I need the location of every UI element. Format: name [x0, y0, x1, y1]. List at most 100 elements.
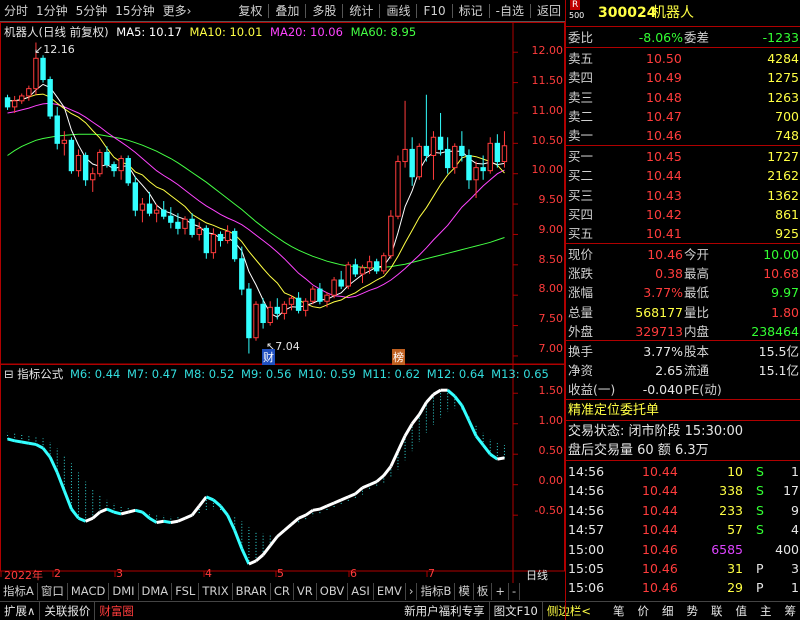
buy-level[interactable]: 买五 10.41 925	[566, 224, 800, 243]
indicator-title[interactable]: 指标公式	[17, 367, 63, 381]
chart-area[interactable]	[0, 22, 565, 583]
indicator-m6-segment	[389, 450, 400, 468]
wealth-circle-button[interactable]: 财富圈	[94, 601, 138, 620]
ranking-marker[interactable]: 榜	[392, 349, 405, 365]
tick-time: 15:06	[568, 580, 605, 596]
sell-level[interactable]: 卖五 10.50 4284	[566, 49, 800, 68]
tab-dmi[interactable]: DMI	[109, 583, 139, 600]
sell-level[interactable]: 卖二 10.47 700	[566, 107, 800, 126]
toolbar-draw-line[interactable]: 画线	[382, 0, 414, 22]
tab-indicator-a[interactable]: 指标A	[0, 583, 38, 600]
tab-macd[interactable]: MACD	[68, 583, 110, 600]
price-tick: 11.50	[531, 74, 564, 87]
price-tick: 7.50	[538, 312, 564, 325]
stat-row: 换手 3.77% 股本 15.5亿	[566, 342, 800, 361]
stat-value: 9.97	[771, 285, 799, 301]
related-quote-button[interactable]: 关联报价	[39, 601, 94, 620]
tab-template[interactable]: 模	[455, 583, 474, 600]
tick-volume: 31	[727, 561, 743, 576]
sell-level[interactable]: 卖四 10.49 1275	[566, 68, 800, 87]
buy-level[interactable]: 买二 10.44 2162	[566, 166, 800, 185]
buy-level[interactable]: 买三 10.43 1362	[566, 186, 800, 205]
tab-vr[interactable]: VR	[294, 583, 317, 600]
tab-indicator-b[interactable]: 指标B	[417, 583, 456, 600]
indicator-series	[7, 388, 505, 566]
new-user-benefit-button[interactable]: 新用户福利专享	[400, 602, 489, 620]
stat-label: 今开	[684, 247, 710, 262]
precision-order-row[interactable]: 精准定位委托单	[566, 401, 800, 420]
indicator-collapse-icon[interactable]: ⊟	[4, 367, 14, 381]
tab-fsl[interactable]: FSL	[172, 583, 200, 600]
toolbar-1min[interactable]: 1分钟	[32, 0, 72, 22]
toolbar-intraday[interactable]: 分时	[0, 0, 32, 22]
precision-order-link[interactable]: 精准定位委托单	[568, 401, 659, 420]
toolbar-statistics[interactable]: 统计	[345, 0, 377, 22]
finance-marker[interactable]: 财	[262, 349, 275, 365]
candle-body	[452, 145, 458, 169]
tab-emv[interactable]: EMV	[374, 583, 406, 600]
toolbar-f10[interactable]: F10	[419, 0, 449, 22]
tab-trix[interactable]: TRIX	[199, 583, 233, 600]
tick-count: 400	[775, 541, 799, 557]
stat-value: -0.040	[642, 382, 683, 398]
tab-more-icon[interactable]: ›	[406, 583, 418, 600]
toolbar-restore-rights[interactable]: 复权	[234, 0, 266, 22]
zoom-in-button[interactable]: +	[492, 583, 510, 600]
stat-row: 总量 568177 量比 1.80	[566, 303, 800, 322]
indicator-m6-segment	[170, 519, 179, 524]
toolbar-more[interactable]: 更多›	[159, 0, 196, 22]
candle-body	[203, 227, 210, 254]
toolbar-mark[interactable]: 标记	[455, 0, 487, 22]
buy-level[interactable]: 买四 10.42 861	[566, 205, 800, 224]
sell-level[interactable]: 卖三 10.48 1263	[566, 88, 800, 107]
toolbar-15min[interactable]: 15分钟	[111, 0, 158, 22]
tab-window[interactable]: 窗口	[38, 583, 68, 600]
buy-level[interactable]: 买一 10.45 1727	[566, 147, 800, 166]
period-label[interactable]: 日线	[526, 567, 548, 583]
price-tick: 10.50	[531, 134, 564, 147]
stat-value: 10.00	[763, 247, 799, 262]
tab-asi[interactable]: ASI	[348, 583, 374, 600]
candle-body	[97, 151, 103, 175]
indicator-m6-segment	[261, 544, 272, 556]
indicator-m6-segment	[460, 404, 471, 422]
tab-obv[interactable]: OBV	[317, 583, 349, 600]
tab-board[interactable]: 板	[474, 583, 493, 600]
indicator-m6-segment	[467, 420, 478, 437]
toolbar-back[interactable]: 返回	[533, 0, 565, 22]
indicator-m6-segment	[120, 510, 129, 516]
candle-body	[253, 303, 259, 339]
indicator-m6-segment	[141, 510, 151, 520]
sell-level-label: 卖三	[568, 89, 594, 105]
tab-cr[interactable]: CR	[271, 583, 294, 600]
high-marker-value: 12.16	[43, 43, 75, 56]
m8-label: M8: 0.52	[184, 367, 235, 381]
indicator-m6-segment	[425, 393, 435, 404]
toolbar-5min[interactable]: 5分钟	[72, 0, 112, 22]
tab-brar[interactable]: BRAR	[233, 583, 271, 600]
tick-side: P	[756, 561, 764, 576]
tick-row: 14:56 10.44 233 S 9	[566, 501, 800, 520]
tab-dma[interactable]: DMA	[139, 583, 173, 600]
candle-body	[288, 297, 295, 305]
indicator-m6-segment	[91, 510, 101, 520]
moving-average-lines	[7, 83, 505, 318]
m13-label: M13: 0.65	[491, 367, 549, 381]
candle-body	[118, 158, 124, 172]
indicator-m6-segment	[410, 413, 421, 425]
date-tick: 2022年	[4, 569, 43, 582]
toolbar-overlay[interactable]: 叠加	[271, 0, 303, 22]
toolbar-multi-stock[interactable]: 多股	[308, 0, 340, 22]
zoom-out-button[interactable]: -	[509, 583, 521, 600]
sell-level[interactable]: 卖一 10.46 748	[566, 126, 800, 145]
tick-price: 10.46	[642, 580, 678, 596]
buy-level-volume: 2162	[767, 168, 799, 184]
candle-body	[75, 154, 82, 172]
stat-label: 换手	[568, 344, 594, 359]
tick-volume: 233	[719, 502, 743, 518]
expand-button[interactable]: 扩展∧	[0, 602, 39, 620]
toolbar-remove-watchlist[interactable]: -自选	[492, 0, 528, 22]
graphic-f10-button[interactable]: 图文F10	[488, 601, 542, 620]
ma20-line	[7, 102, 505, 299]
candle-body	[302, 300, 309, 311]
